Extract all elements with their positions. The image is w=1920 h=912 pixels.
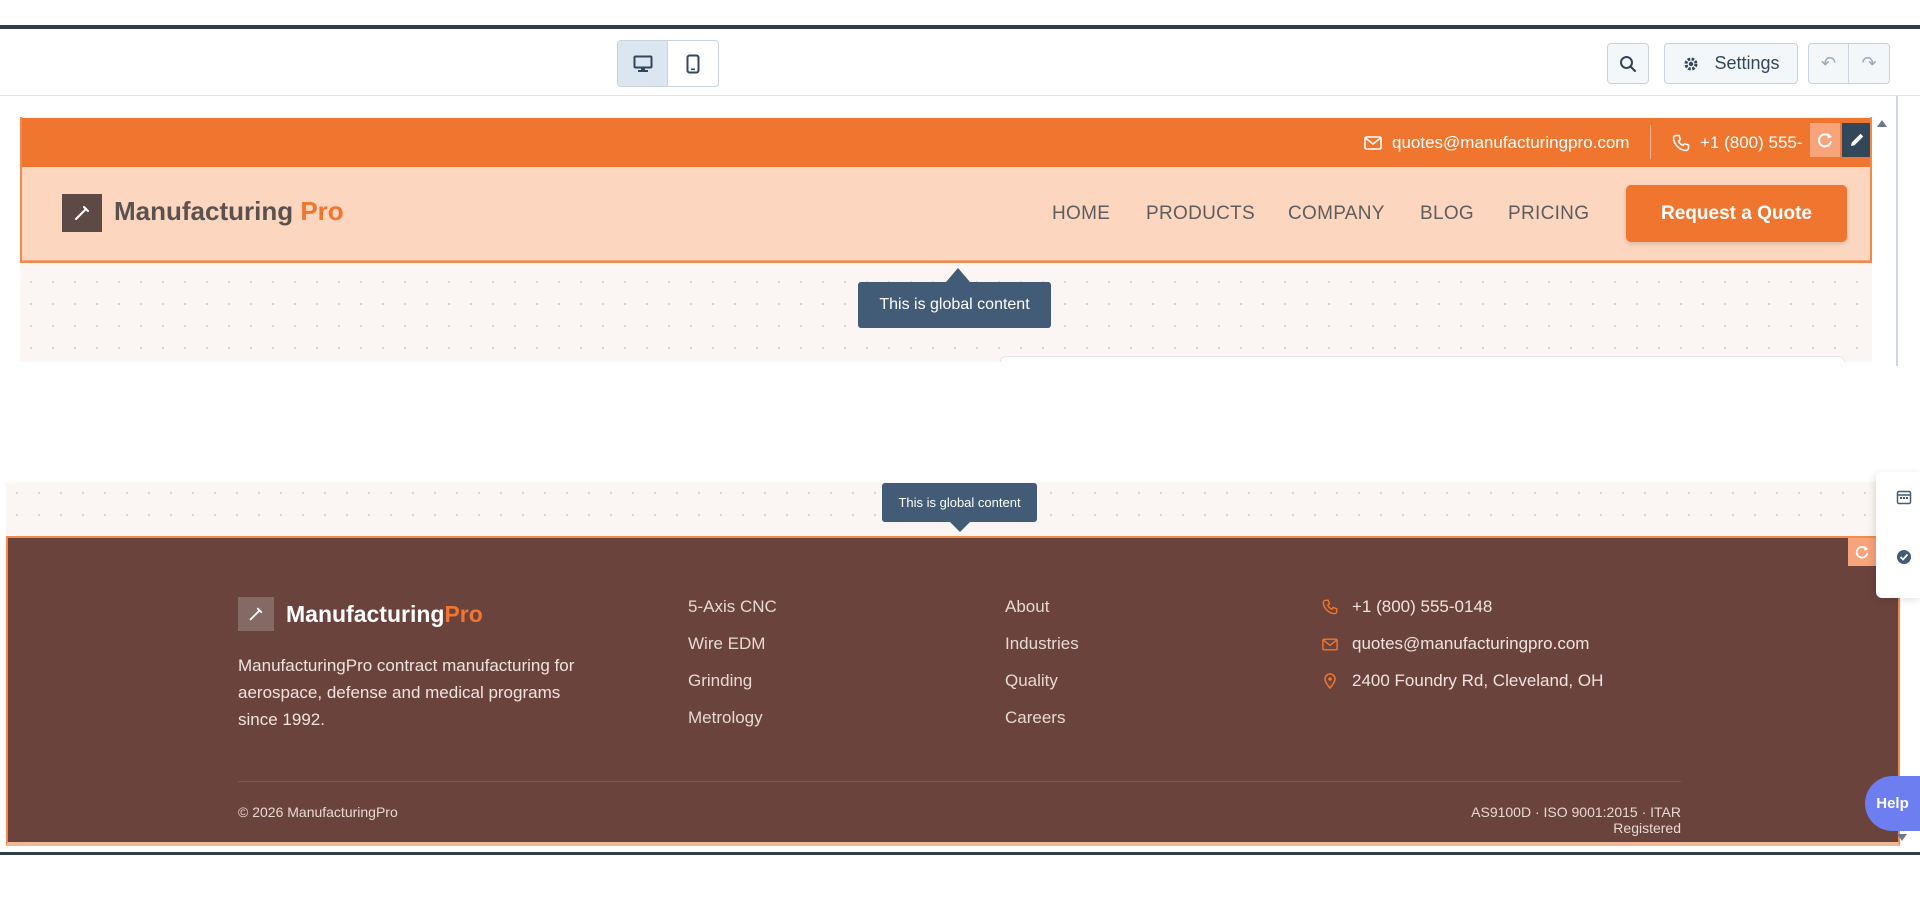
footer-link-about[interactable]: About	[1005, 597, 1049, 617]
footer-link-careers[interactable]: Careers	[1005, 708, 1065, 728]
footer-divider	[238, 781, 1681, 782]
settings-label: Settings	[1714, 53, 1780, 73]
check-circle-icon[interactable]	[1895, 548, 1913, 566]
footer-link-quality[interactable]: Quality	[1005, 671, 1058, 691]
nav-home[interactable]: HOME	[1052, 203, 1110, 225]
nav-pricing[interactable]: PRICING	[1508, 203, 1589, 225]
redo-icon: ↷	[1861, 53, 1877, 73]
footer-logo-mark[interactable]	[238, 597, 274, 631]
phone-icon	[1672, 134, 1690, 151]
global-content-tooltip: This is global content	[882, 483, 1037, 522]
scroll-down-arrow[interactable]	[1897, 834, 1907, 841]
footer-link-5-axis-cnc[interactable]: 5-Axis CNC	[688, 597, 777, 617]
desktop-view-button[interactable]	[618, 41, 668, 86]
global-module-sync-badge[interactable]	[1810, 123, 1840, 157]
topbar-email[interactable]: quotes@manufacturingpro.com	[1364, 118, 1629, 167]
footer-sync-badge[interactable]	[1848, 538, 1876, 566]
calendar-icon[interactable]	[1895, 488, 1913, 506]
logo-accent-text: Pro	[300, 196, 344, 226]
tooltip-arrow	[946, 268, 970, 282]
map-pin-icon	[1324, 673, 1336, 689]
undo-icon: ↶	[1820, 53, 1837, 73]
hammer-icon	[249, 607, 263, 621]
topbar-email-text: quotes@manufacturingpro.com	[1392, 132, 1630, 152]
canvas-scrollbar-rail	[1896, 96, 1898, 366]
nav-products[interactable]: PRODUCTS	[1146, 203, 1255, 225]
request-quote-button[interactable]: Request a Quote	[1626, 185, 1847, 242]
footer-link-industries[interactable]: Industries	[1005, 634, 1079, 654]
footer-phone[interactable]: +1 (800) 555-0148	[1322, 597, 1492, 617]
pencil-icon	[1851, 133, 1864, 146]
footer-logo-main: Manufacturing	[286, 601, 445, 627]
mail-icon	[1322, 637, 1338, 651]
footer-address: 2400 Foundry Rd, Cleveland, OH	[1322, 671, 1603, 691]
logo-mark[interactable]	[62, 194, 102, 232]
topbar-phone-text: +1 (800) 555-	[1700, 132, 1803, 152]
undo-button[interactable]: ↶	[1809, 44, 1849, 83]
gear-icon	[1684, 57, 1698, 70]
footer-link-grinding[interactable]: Grinding	[688, 671, 752, 691]
help-button[interactable]: Help	[1865, 776, 1920, 831]
footer-email[interactable]: quotes@manufacturingpro.com	[1322, 634, 1589, 654]
footer-logo-accent: Pro	[444, 601, 483, 627]
scroll-up-arrow[interactable]	[1877, 120, 1887, 127]
mobile-view-button[interactable]	[668, 41, 718, 86]
footer-link-wire-edm[interactable]: Wire EDM	[688, 634, 765, 654]
footer-link-metrology[interactable]: Metrology	[688, 708, 763, 728]
nav-blog[interactable]: BLOG	[1420, 203, 1474, 225]
canvas-bottom-border	[0, 852, 1920, 855]
device-toggle	[617, 40, 719, 87]
topbar-phone[interactable]: +1 (800) 555-	[1672, 118, 1803, 167]
footer-certifications: AS9100D · ISO 9001:2015 · ITAR Registere…	[1471, 804, 1681, 836]
content-card-edge	[1000, 356, 1845, 362]
desktop-icon	[633, 55, 652, 72]
phone-icon	[1322, 599, 1338, 615]
logo-main-text: Manufacturing	[114, 196, 294, 226]
sync-icon	[1818, 133, 1832, 148]
footer-phone-text: +1 (800) 555-0148	[1352, 597, 1493, 616]
global-content-tooltip: This is global content	[858, 282, 1051, 328]
search-icon	[1620, 55, 1637, 72]
redo-button[interactable]: ↷	[1849, 44, 1889, 83]
mail-icon	[1364, 135, 1382, 150]
site-logo-text[interactable]: Manufacturing Pro	[114, 196, 344, 227]
sync-icon	[1855, 545, 1869, 559]
undo-redo-group: ↶ ↷	[1808, 43, 1890, 84]
footer-copyright: © 2026 ManufacturingPro	[238, 804, 398, 820]
mobile-icon	[686, 54, 700, 73]
footer-address-text: 2400 Foundry Rd, Cleveland, OH	[1352, 671, 1604, 690]
search-button[interactable]	[1607, 43, 1649, 84]
footer-email-text: quotes@manufacturingpro.com	[1352, 634, 1590, 653]
footer-description: ManufacturingPro contract manufacturing …	[238, 656, 575, 729]
nav-company[interactable]: COMPANY	[1288, 203, 1385, 225]
topbar-separator	[1650, 125, 1651, 159]
footer-logo-text[interactable]: ManufacturingPro	[286, 601, 483, 628]
tooltip-arrow	[950, 522, 970, 532]
settings-button[interactable]: Settings	[1664, 43, 1798, 84]
edit-module-button[interactable]	[1842, 123, 1872, 157]
hammer-icon	[75, 206, 89, 220]
